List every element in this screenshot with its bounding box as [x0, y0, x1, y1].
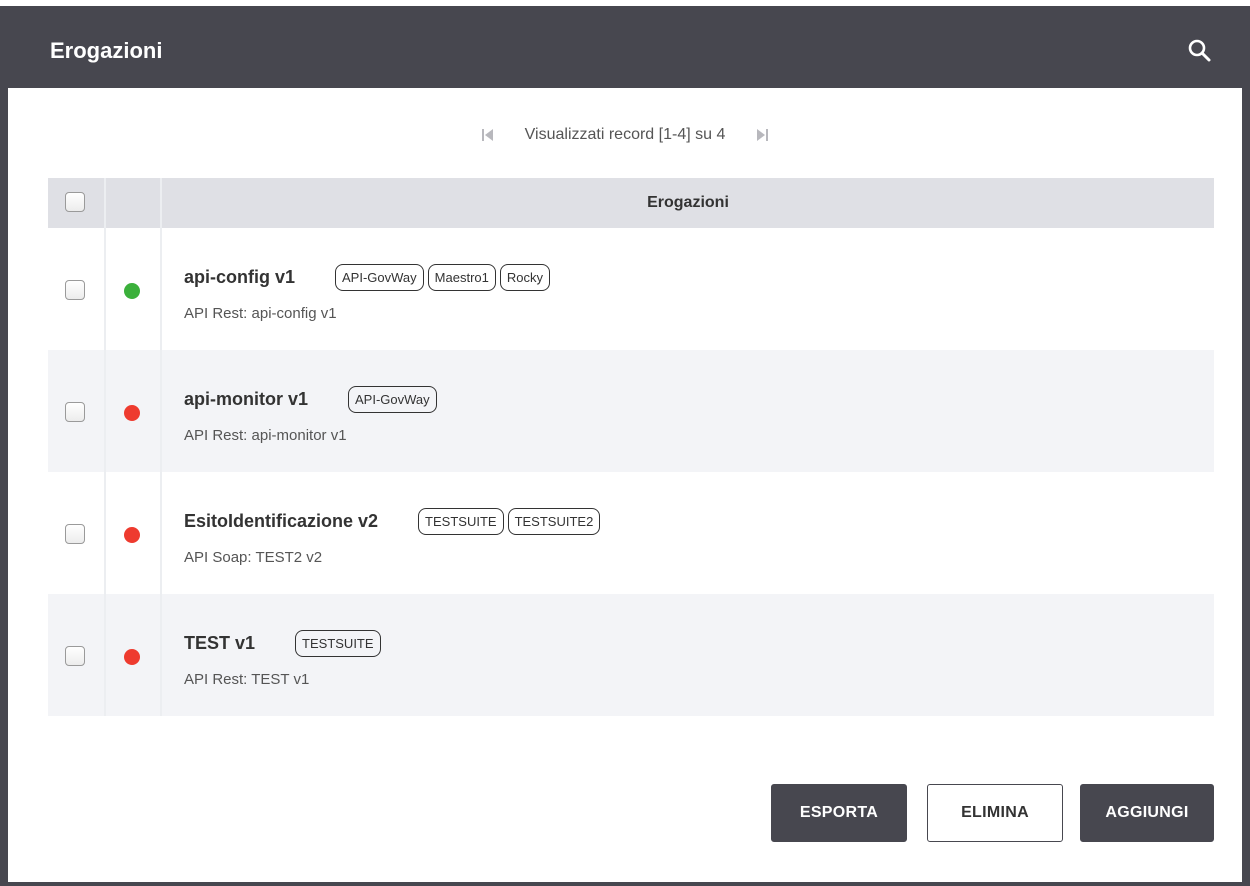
tag-badge: Maestro1 — [427, 264, 496, 291]
row-title: api-monitor v1 API-GovWay — [184, 386, 437, 413]
column-divider — [160, 228, 162, 350]
column-divider — [160, 350, 162, 472]
select-all-checkbox[interactable] — [65, 192, 85, 212]
table-row[interactable]: TEST v1 TESTSUITE API Rest: TEST v1 — [48, 594, 1214, 716]
row-subtitle: API Soap: TEST2 v2 — [184, 549, 323, 566]
tag-list: TESTSUITE TESTSUITE2 — [414, 508, 601, 535]
row-title: TEST v1 TESTSUITE — [184, 630, 381, 657]
page-title: Erogazioni — [50, 38, 163, 63]
tag-list: API-GovWay — [344, 386, 437, 413]
page-header: Erogazioni — [0, 0, 1250, 88]
row-checkbox[interactable] — [65, 646, 85, 666]
search-icon[interactable] — [1185, 36, 1215, 66]
table-row[interactable]: api-monitor v1 API-GovWay API Rest: api-mo… — [48, 350, 1214, 472]
delete-button[interactable]: ELIMINA — [927, 784, 1063, 842]
column-header-erogazioni: Erogazioni — [647, 194, 729, 211]
table-body: api-config v1 API-GovWay Maestro1 Rocky API … — [48, 228, 1214, 716]
select-all-cell — [48, 178, 106, 228]
row-title: api-config v1 API-GovWay Maestro1 Rocky — [184, 264, 550, 291]
tag-badge: TESTSUITE — [418, 508, 504, 535]
tag-badge: API-GovWay — [348, 386, 437, 413]
column-divider — [160, 594, 162, 716]
tag-list: TESTSUITE — [291, 630, 381, 657]
erogazione-name[interactable]: TEST v1 — [184, 633, 255, 653]
status-header-cell — [106, 178, 162, 228]
row-checkbox[interactable] — [65, 402, 85, 422]
table-row[interactable]: EsitoIdentificazione v2 TESTSUITE TESTSUIT… — [48, 472, 1214, 594]
last-page-icon[interactable] — [752, 125, 772, 145]
row-checkbox[interactable] — [65, 524, 85, 544]
status-dot-red — [124, 649, 140, 665]
table-row[interactable]: api-config v1 API-GovWay Maestro1 Rocky API … — [48, 228, 1214, 350]
erogazione-name[interactable]: api-config v1 — [184, 267, 295, 287]
first-page-icon[interactable] — [478, 125, 498, 145]
status-dot-green — [124, 283, 140, 299]
column-divider — [104, 594, 106, 716]
row-title: EsitoIdentificazione v2 TESTSUITE TESTSUIT… — [184, 508, 601, 535]
row-subtitle: API Rest: api-monitor v1 — [184, 427, 347, 444]
column-divider — [104, 472, 106, 594]
column-divider — [104, 350, 106, 472]
tag-list: API-GovWay Maestro1 Rocky — [331, 264, 550, 291]
tag-badge: TESTSUITE — [295, 630, 381, 657]
column-divider — [160, 472, 162, 594]
row-subtitle: API Rest: api-config v1 — [184, 305, 337, 322]
export-button[interactable]: ESPORTA — [771, 784, 907, 842]
tag-badge: Rocky — [499, 264, 550, 291]
table-header: Erogazioni — [48, 178, 1214, 228]
erogazioni-table: Erogazioni api-config v1 API-GovWay Maestr… — [48, 178, 1214, 716]
status-dot-red — [124, 405, 140, 421]
tag-badge: TESTSUITE2 — [507, 508, 601, 535]
row-subtitle: API Rest: TEST v1 — [184, 671, 310, 688]
add-button[interactable]: AGGIUNGI — [1080, 784, 1214, 842]
tag-badge: API-GovWay — [335, 264, 424, 291]
pagination: Visualizzati record [1-4] su 4 — [0, 125, 1250, 149]
erogazione-name[interactable]: api-monitor v1 — [184, 389, 308, 409]
column-divider — [104, 228, 106, 350]
erogazione-name[interactable]: EsitoIdentificazione v2 — [184, 511, 378, 531]
status-dot-red — [124, 527, 140, 543]
row-checkbox[interactable] — [65, 280, 85, 300]
pagination-label: Visualizzati record [1-4] su 4 — [524, 126, 726, 143]
